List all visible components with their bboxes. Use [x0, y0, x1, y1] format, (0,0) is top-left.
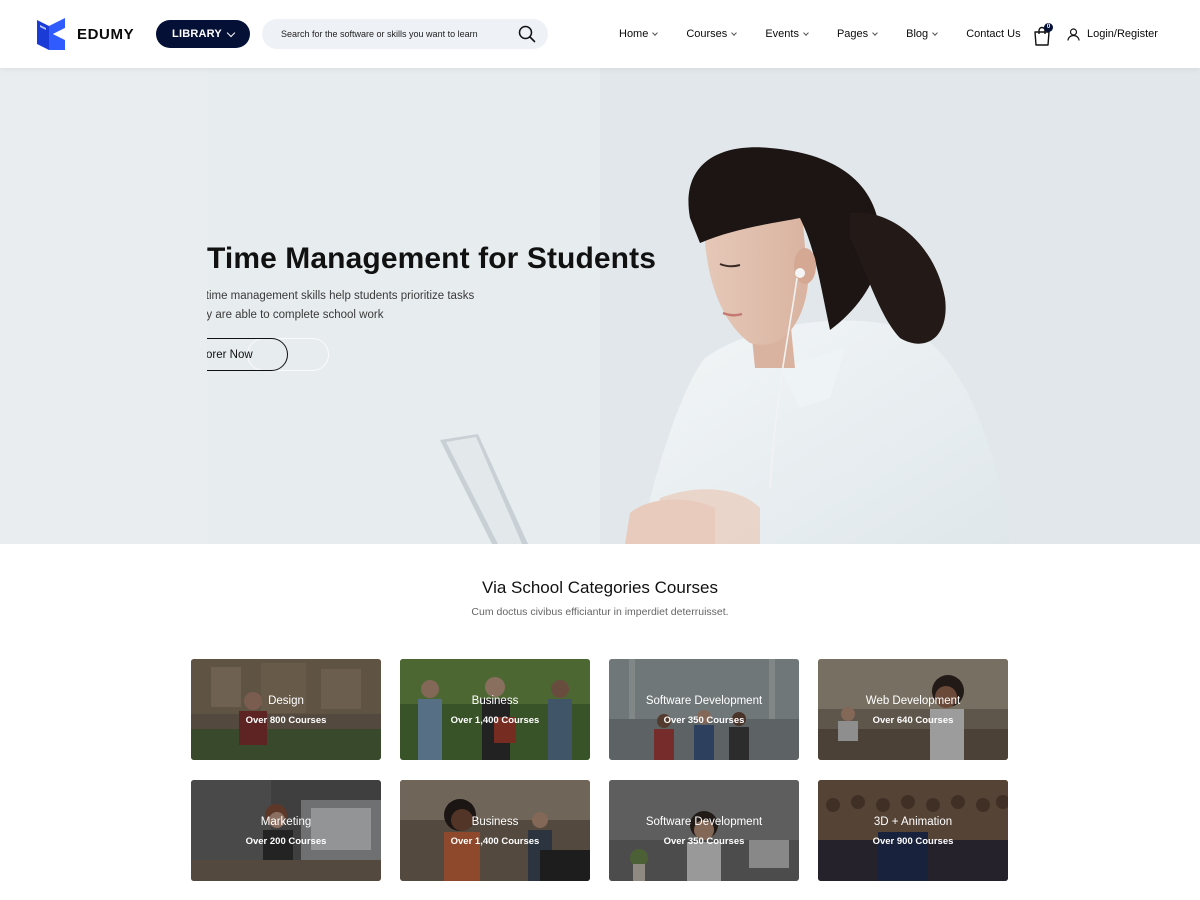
- category-name: Software Development: [645, 816, 763, 828]
- login-label: Login/Register: [1087, 28, 1158, 40]
- library-button[interactable]: LIBRARY: [156, 20, 250, 48]
- main-nav: Home Courses Events Pages Blog Contact U…: [606, 0, 1021, 68]
- logo[interactable]: EDUMY: [34, 16, 134, 52]
- category-count: Over 1,400 Courses: [450, 836, 540, 847]
- cart-button[interactable]: 0: [1033, 23, 1053, 46]
- category-card-3d-animation[interactable]: 3D + Animation Over 900 Courses: [818, 780, 1008, 881]
- category-count: Over 800 Courses: [245, 715, 327, 726]
- nav-label: Courses: [686, 28, 728, 40]
- site-header: EDUMY LIBRARY Home Courses Events Pages: [0, 0, 1200, 68]
- search-icon[interactable]: [518, 25, 536, 43]
- nav-events[interactable]: Events: [765, 28, 809, 40]
- category-name: 3D + Animation: [873, 816, 953, 828]
- card-overlay: [400, 659, 590, 760]
- category-count: Over 900 Courses: [872, 836, 954, 847]
- category-name: Business: [471, 695, 519, 707]
- hero-banner: Time Management for Students l time mana…: [0, 68, 1200, 544]
- category-card-business[interactable]: Business Over 1,400 Courses: [400, 659, 590, 760]
- nav-label: Pages: [836, 28, 869, 40]
- nav-blog[interactable]: Blog: [906, 28, 939, 40]
- nav-label: Contact Us: [966, 28, 1021, 40]
- nav-label: Events: [765, 28, 799, 40]
- search-input[interactable]: [281, 29, 518, 39]
- categories-subtitle: Cum doctus civibus efficiantur in imperd…: [471, 606, 729, 618]
- category-card-design[interactable]: Design Over 800 Courses: [191, 659, 381, 760]
- chevron-down-icon: [803, 30, 809, 36]
- card-overlay: [400, 780, 590, 881]
- category-card-web-development[interactable]: Web Development Over 640 Courses: [818, 659, 1008, 760]
- card-overlay: [818, 659, 1008, 760]
- card-overlay: [609, 780, 799, 881]
- category-card-software-development[interactable]: Software Development Over 350 Courses: [609, 659, 799, 760]
- category-count: Over 640 Courses: [872, 715, 954, 726]
- category-name: Software Development: [645, 695, 763, 707]
- category-count: Over 350 Courses: [663, 715, 745, 726]
- category-card-business-2[interactable]: Business Over 1,400 Courses: [400, 780, 590, 881]
- chevron-down-icon: [652, 30, 659, 36]
- category-name: Web Development: [865, 695, 961, 707]
- chevron-down-icon: [932, 30, 939, 36]
- category-name: Design: [268, 695, 304, 707]
- card-overlay: [191, 780, 381, 881]
- nav-label: Blog: [906, 28, 929, 40]
- category-card-marketing[interactable]: Marketing Over 200 Courses: [191, 780, 381, 881]
- library-label: LIBRARY: [172, 28, 222, 40]
- hero-text-line-2: ey are able to complete school work: [200, 309, 384, 321]
- category-count: Over 200 Courses: [245, 836, 327, 847]
- chevron-down-icon: [226, 28, 236, 37]
- search-bar: [262, 19, 548, 49]
- category-count: Over 1,400 Courses: [450, 715, 540, 726]
- brand-name: EDUMY: [77, 25, 135, 43]
- hero-text-line-1: l time management skills help students p…: [200, 290, 475, 302]
- chevron-down-icon: [872, 30, 878, 36]
- user-icon: [1067, 27, 1080, 41]
- card-overlay: [191, 659, 381, 760]
- category-name: Marketing: [260, 816, 312, 828]
- nav-label: Home: [619, 28, 649, 40]
- nav-contact[interactable]: Contact Us: [966, 28, 1020, 40]
- hero-title: Time Management for Students: [207, 242, 656, 275]
- logo-icon: [37, 18, 65, 50]
- card-overlay: [609, 659, 799, 760]
- explore-button-label: orer Now: [206, 348, 253, 361]
- hero-left-fade: [0, 68, 207, 544]
- chevron-down-icon: [731, 30, 738, 36]
- categories-title: Via School Categories Courses: [482, 578, 718, 597]
- nav-pages[interactable]: Pages: [836, 28, 878, 40]
- category-name: Business: [471, 816, 519, 828]
- nav-home[interactable]: Home: [619, 28, 659, 40]
- category-card-software-development-2[interactable]: Software Development Over 350 Courses: [609, 780, 799, 881]
- login-register-link[interactable]: Login/Register: [1067, 26, 1158, 42]
- card-overlay: [818, 780, 1008, 881]
- nav-courses[interactable]: Courses: [686, 28, 738, 40]
- category-count: Over 350 Courses: [663, 836, 745, 847]
- cart-count-badge: 0: [1044, 23, 1053, 32]
